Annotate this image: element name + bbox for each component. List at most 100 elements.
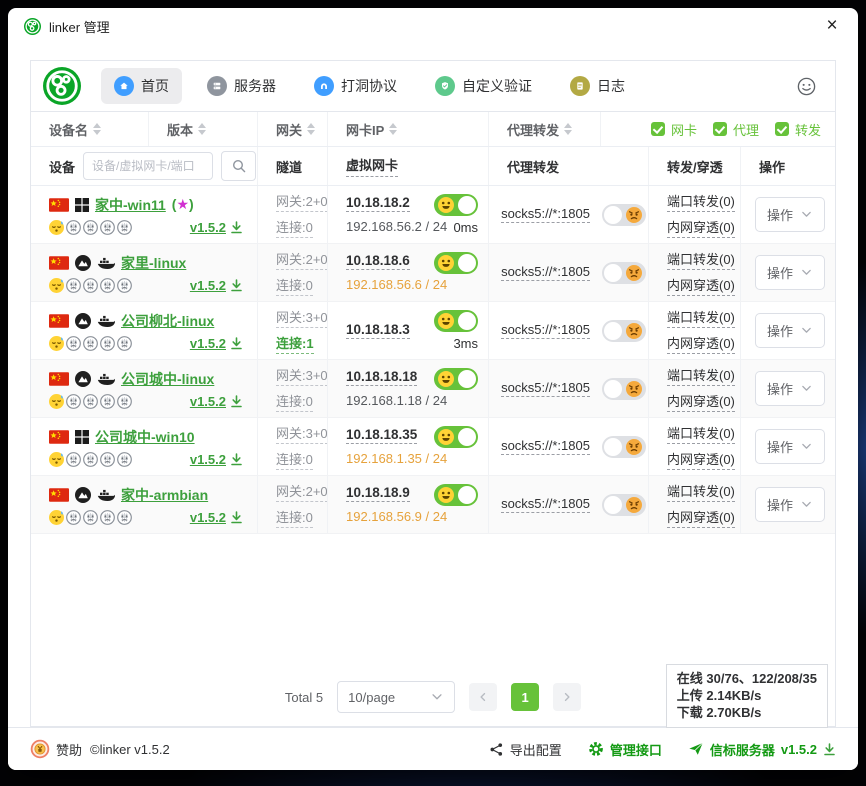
chevron-down-icon [800,440,813,453]
device-name-link[interactable]: 公司柳北-linux [121,311,214,331]
forward-cell: 端口转发(0) 内网穿透(0) [649,244,741,301]
grin-face-icon [438,371,454,387]
tab-tunnel[interactable]: 打洞协议 [301,68,410,104]
actions-dropdown-button[interactable]: 操作 [755,371,825,406]
sponsor-button[interactable]: 赞助 [30,739,82,759]
virtual-ip-link[interactable]: 10.18.18.6 [346,253,410,270]
proxy-toggle[interactable] [602,262,646,284]
virtual-ip-link[interactable]: 10.18.18.18 [346,369,417,386]
page-size-select[interactable]: 10/page [337,681,455,713]
device-name-link[interactable]: 公司城中-win10 [95,427,195,447]
version-link[interactable]: v1.5.2 [190,336,243,351]
nic-toggle[interactable] [434,252,478,274]
virtual-ip-link[interactable]: 10.18.18.35 [346,427,417,444]
offline-face-icon [117,394,132,409]
version-link[interactable]: v1.5.2 [190,278,243,293]
search-input[interactable] [83,152,213,180]
sleepy-face-icon [49,220,64,235]
tab-logs[interactable]: 日志 [557,68,638,104]
sort-version[interactable]: 版本 [149,112,258,146]
connection-count-link[interactable]: 连接:0 [276,275,313,296]
export-config-button[interactable]: 导出配置 [489,740,562,759]
port-forward-link[interactable]: 端口转发(0) [667,423,735,444]
nic-toggle[interactable] [434,426,478,448]
proxy-address-link[interactable]: socks5://*:1805 [501,264,590,281]
gateway-count-link[interactable]: 网关:3+0 [276,423,328,444]
theme-smiley-button[interactable] [796,76,823,97]
check-forward[interactable]: 转发 [775,120,821,139]
connection-count-link[interactable]: 连接:1 [276,333,314,354]
nic-toggle[interactable] [434,194,478,216]
actions-dropdown-button[interactable]: 操作 [755,429,825,464]
nic-toggle[interactable] [434,368,478,390]
connection-count-link[interactable]: 连接:0 [276,507,313,528]
prev-page-button[interactable] [469,683,497,711]
device-name-link[interactable]: 家中-win11 [95,195,166,215]
actions-dropdown-button[interactable]: 操作 [755,313,825,348]
proxy-address-link[interactable]: socks5://*:1805 [501,322,590,339]
action-cell: 操作 [741,302,835,359]
device-cell: 公司城中-win10 v1.5.2 [31,418,258,475]
sort-device-name[interactable]: 设备名 [31,112,149,146]
proxy-address-link[interactable]: socks5://*:1805 [501,206,590,223]
actions-dropdown-button[interactable]: 操作 [755,197,825,232]
tab-home[interactable]: 首页 [101,68,182,104]
connection-count-link[interactable]: 连接:0 [276,391,313,412]
version-link[interactable]: v1.5.2 [190,394,243,409]
next-page-button[interactable] [553,683,581,711]
close-button[interactable]: × [812,11,852,41]
proxy-toggle[interactable] [602,320,646,342]
check-nic[interactable]: 网卡 [651,120,697,139]
actions-dropdown-button[interactable]: 操作 [755,255,825,290]
device-name-link[interactable]: 公司城中-linux [121,369,214,389]
proxy-address-link[interactable]: socks5://*:1805 [501,380,590,397]
admin-api-button[interactable]: 管理接口 [588,740,662,759]
search-button[interactable] [221,151,256,181]
penetrate-link[interactable]: 内网穿透(0) [667,333,735,354]
check-proxy[interactable]: 代理 [713,120,759,139]
virtual-ip-link[interactable]: 10.18.18.3 [346,322,410,339]
gateway-count-link[interactable]: 网关:2+0 [276,191,328,212]
port-forward-link[interactable]: 端口转发(0) [667,365,735,386]
penetrate-link[interactable]: 内网穿透(0) [667,217,735,238]
connection-count-link[interactable]: 连接:0 [276,217,313,238]
tab-server[interactable]: 服务器 [194,68,289,104]
sort-gateway[interactable]: 网关 [258,112,328,146]
port-forward-link[interactable]: 端口转发(0) [667,249,735,270]
sort-nic-ip[interactable]: 网卡IP [328,112,489,146]
device-name-link[interactable]: 家中-armbian [121,485,208,505]
proxy-toggle[interactable] [602,436,646,458]
penetrate-link[interactable]: 内网穿透(0) [667,275,735,296]
proxy-toggle[interactable] [602,204,646,226]
version-link[interactable]: v1.5.2 [190,510,243,525]
gateway-count-link[interactable]: 网关:2+0 [276,481,328,502]
version-link[interactable]: v1.5.2 [190,220,243,235]
proxy-toggle[interactable] [602,378,646,400]
tab-validate[interactable]: 自定义验证 [422,68,545,104]
beacon-server-button[interactable]: 信标服务器 v1.5.2 [688,740,836,759]
version-link[interactable]: v1.5.2 [190,452,243,467]
penetrate-link[interactable]: 内网穿透(0) [667,391,735,412]
proxy-toggle[interactable] [602,494,646,516]
sort-proxy[interactable]: 代理转发 [489,112,601,146]
device-name-link[interactable]: 家里-linux [121,253,186,273]
gateway-count-link[interactable]: 网关:2+0 [276,249,328,270]
port-forward-link[interactable]: 端口转发(0) [667,191,735,212]
port-forward-link[interactable]: 端口转发(0) [667,481,735,502]
gateway-count-link[interactable]: 网关:3+0 [276,307,328,328]
connection-count-link[interactable]: 连接:0 [276,449,313,470]
penetrate-link[interactable]: 内网穿透(0) [667,507,735,528]
nic-toggle[interactable] [434,484,478,506]
proxy-address-link[interactable]: socks5://*:1805 [501,496,590,513]
actions-dropdown-button[interactable]: 操作 [755,487,825,522]
virtual-ip-link[interactable]: 10.18.18.9 [346,485,410,502]
penetrate-link[interactable]: 内网穿透(0) [667,449,735,470]
virtual-ip-link[interactable]: 10.18.18.2 [346,195,410,212]
proxy-address-link[interactable]: socks5://*:1805 [501,438,590,455]
nic-toggle[interactable] [434,310,478,332]
port-forward-link[interactable]: 端口转发(0) [667,307,735,328]
page-1-button[interactable]: 1 [511,683,539,711]
tunnel-label: 隧道 [276,157,302,176]
gateway-count-link[interactable]: 网关:3+0 [276,365,328,386]
vnic-label[interactable]: 虚拟网卡 [346,155,398,177]
